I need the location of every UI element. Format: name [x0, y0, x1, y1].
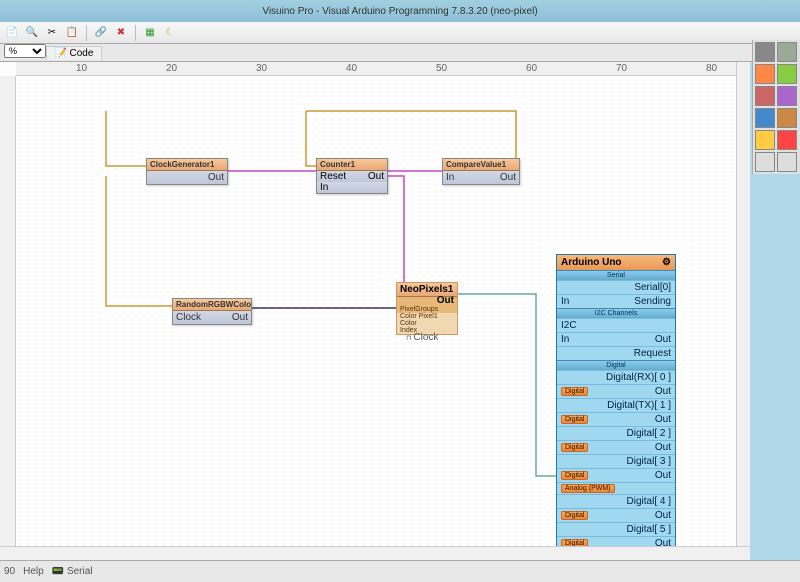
statusbar: 90 Help 📟 Serial	[0, 560, 800, 582]
palette-item[interactable]	[777, 130, 797, 150]
row-i2c[interactable]: I2C	[557, 318, 675, 332]
node-header: CompareValue1	[443, 159, 519, 171]
node-comparevalue[interactable]: CompareValue1 In Out	[442, 158, 520, 185]
pin-out[interactable]: Out	[232, 312, 248, 323]
scrollbar-horizontal[interactable]	[0, 546, 750, 560]
board-icon[interactable]: ▦	[142, 25, 158, 41]
moon-icon[interactable]: ☾	[162, 25, 178, 41]
link-icon[interactable]: 🔗	[93, 25, 109, 41]
palette-item[interactable]	[755, 64, 775, 84]
pin-in[interactable]: In	[446, 172, 454, 183]
node-counter[interactable]: Counter1 Reset Out In	[316, 158, 388, 194]
arduino-header[interactable]: Arduino Uno ⚙	[557, 255, 675, 270]
row-request[interactable]: Request	[557, 346, 675, 360]
zoom-control[interactable]: %	[4, 44, 46, 58]
ruler-vertical	[0, 76, 16, 560]
delete-icon[interactable]: ✖	[113, 25, 129, 41]
code-icon: 📝	[55, 48, 67, 59]
pin-clock-label: ⊓ Clock	[406, 332, 438, 343]
ruler-horizontal: 10 20 30 40 50 60 70 80	[16, 62, 750, 76]
section-serial: Serial	[557, 270, 675, 280]
pin-out[interactable]: Out	[368, 171, 384, 182]
palette-item[interactable]	[755, 130, 775, 150]
zoom-select[interactable]: %	[4, 44, 46, 58]
row-pin5[interactable]: Digital[ 5 ]	[557, 522, 675, 536]
node-randomrgbwcolor[interactable]: RandomRGBWColor1 Clock Out	[172, 298, 252, 325]
pin-out[interactable]: Out	[208, 172, 224, 183]
node-neopixels[interactable]: NeoPixels1 Out PixelGroups Color Pixel1 …	[396, 282, 458, 335]
row-d0[interactable]: DigitalOut	[557, 384, 675, 398]
cut-icon[interactable]: ✂	[44, 25, 60, 41]
row-in-sending[interactable]: InSending	[557, 294, 675, 308]
status-serial[interactable]: 📟 Serial	[52, 566, 93, 577]
status-coord: 90	[4, 566, 15, 577]
palette-item[interactable]	[777, 86, 797, 106]
new-icon[interactable]: 📄	[4, 25, 20, 41]
palette-item[interactable]	[777, 152, 797, 172]
row-digital-rx[interactable]: Digital(RX)[ 0 ]	[557, 370, 675, 384]
row-serial0[interactable]: Serial[0]	[557, 280, 675, 294]
row-pin3[interactable]: Digital[ 3 ]	[557, 454, 675, 468]
titlebar: Visuino Pro - Visual Arduino Programming…	[0, 0, 800, 22]
row-d4[interactable]: DigitalOut	[557, 508, 675, 522]
pin-out[interactable]: Out	[500, 172, 516, 183]
node-header: ClockGenerator1	[147, 159, 227, 171]
row-d2[interactable]: DigitalOut	[557, 440, 675, 454]
node-clockgenerator[interactable]: ClockGenerator1 Out	[146, 158, 228, 185]
separator	[86, 25, 87, 41]
row-d3a[interactable]: DigitalOut	[557, 468, 675, 482]
pin-reset[interactable]: Reset	[320, 171, 346, 182]
app-title: Visuino Pro - Visual Arduino Programming…	[262, 6, 537, 17]
pin-clock[interactable]: Clock	[176, 312, 201, 323]
row-pin2[interactable]: Digital[ 2 ]	[557, 426, 675, 440]
component-palette	[752, 40, 800, 174]
row-color[interactable]: Color	[397, 320, 457, 327]
pin-in[interactable]: In	[320, 182, 328, 193]
node-arduino[interactable]: Arduino Uno ⚙ Serial Serial[0] InSending…	[556, 254, 676, 560]
search-icon[interactable]: 🔍	[24, 25, 40, 41]
row-i2c-out[interactable]: InOut	[557, 332, 675, 346]
palette-item[interactable]	[777, 42, 797, 62]
pin-out[interactable]: Out	[437, 295, 454, 306]
palette-item[interactable]	[755, 108, 775, 128]
row-d1[interactable]: DigitalOut	[557, 412, 675, 426]
section-digital: Digital	[557, 360, 675, 370]
row-digital-tx[interactable]: Digital(TX)[ 1 ]	[557, 398, 675, 412]
palette-item[interactable]	[755, 86, 775, 106]
scrollbar-vertical[interactable]	[736, 62, 750, 546]
section-i2c: I2C Channels	[557, 308, 675, 318]
workspace: 10 20 30 40 50 60 70 80 ClockGenerator1 …	[0, 62, 750, 560]
tab-code[interactable]: 📝 Code	[46, 46, 103, 60]
status-help[interactable]: Help	[23, 566, 44, 577]
paste-icon[interactable]: 📋	[64, 25, 80, 41]
main-toolbar: 📄 🔍 ✂ 📋 🔗 ✖ ▦ ☾	[0, 22, 800, 44]
palette-item[interactable]	[755, 42, 775, 62]
palette-item[interactable]	[777, 108, 797, 128]
node-header: NeoPixels1 Out	[397, 283, 457, 297]
palette-item[interactable]	[777, 64, 797, 84]
tab-bar: Main 📝 Code	[0, 44, 800, 62]
canvas[interactable]: ClockGenerator1 Out Counter1 Reset Out In…	[16, 76, 750, 560]
row-d3b[interactable]: Analog (PWM)	[557, 482, 675, 494]
node-header: RandomRGBWColor1	[173, 299, 251, 311]
gear-icon[interactable]: ⚙	[662, 257, 671, 268]
row-colorpixel[interactable]: Color Pixel1	[397, 313, 457, 320]
separator	[135, 25, 136, 41]
node-header: Counter1	[317, 159, 387, 171]
palette-item[interactable]	[755, 152, 775, 172]
row-pin4[interactable]: Digital[ 4 ]	[557, 494, 675, 508]
